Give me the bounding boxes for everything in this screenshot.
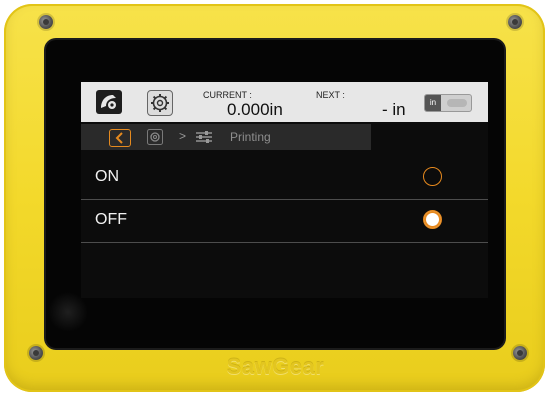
brand-logo: SawGear <box>226 354 325 379</box>
sliders-icon <box>195 130 213 144</box>
next-value: - in <box>382 100 406 119</box>
option-on-row[interactable]: ON <box>81 157 488 200</box>
unit-toggle[interactable]: in <box>424 94 472 112</box>
bezel-glare <box>48 292 88 332</box>
breadcrumb: > Printing <box>81 124 371 150</box>
breadcrumb-current-page: Printing <box>230 130 271 144</box>
current-label: CURRENT : <box>203 90 252 100</box>
option-off-row[interactable]: OFF <box>81 200 488 243</box>
option-label: ON <box>95 168 119 185</box>
current-value: 0.000in <box>227 100 283 119</box>
option-label: OFF <box>95 211 127 228</box>
top-bar: CURRENT : 0.000in NEXT : - in in <box>81 82 488 122</box>
chevron-left-icon <box>115 132 123 144</box>
breadcrumb-separator: > <box>179 129 187 143</box>
saw-logo-icon[interactable] <box>96 90 122 114</box>
screw-icon <box>39 15 53 29</box>
touch-screen: CURRENT : 0.000in NEXT : - in in > Print… <box>81 82 488 298</box>
back-button[interactable] <box>109 129 131 147</box>
radio-on[interactable] <box>423 167 442 186</box>
unit-toggle-track <box>447 99 467 107</box>
breadcrumb-settings-link[interactable] <box>147 129 163 145</box>
next-label: NEXT : <box>316 90 345 100</box>
gear-icon <box>151 94 169 112</box>
gear-icon <box>147 129 163 145</box>
settings-button[interactable] <box>147 90 173 116</box>
unit-toggle-label: in <box>425 95 441 111</box>
radio-off-selected[interactable] <box>423 210 442 229</box>
screw-icon <box>508 15 522 29</box>
